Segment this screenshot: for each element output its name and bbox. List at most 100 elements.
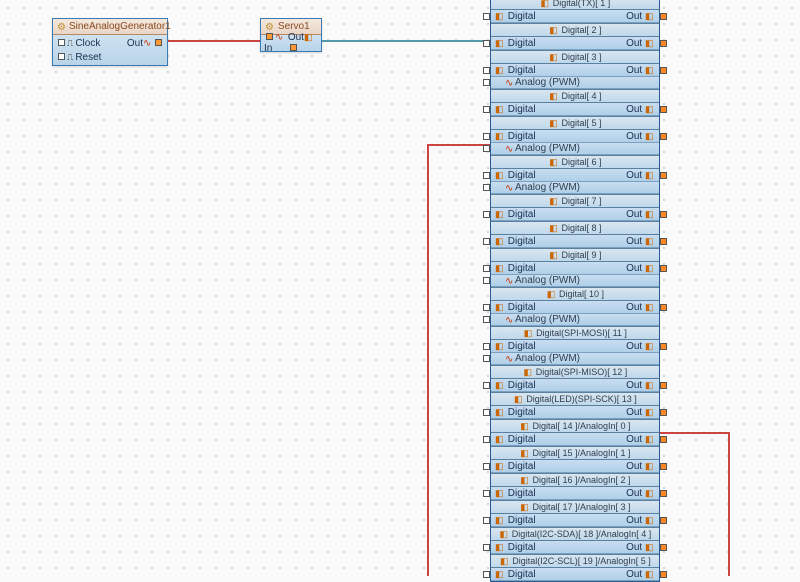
pin-row-12[interactable]: DigitalOut	[491, 406, 659, 419]
digital-icon	[645, 170, 655, 180]
port-in[interactable]	[483, 67, 490, 74]
pin-row-7[interactable]: DigitalOut	[491, 235, 659, 248]
signal-icon	[505, 276, 515, 286]
port-out-analog[interactable]	[660, 517, 667, 524]
port-out[interactable]	[660, 382, 667, 389]
pin-row-1[interactable]: DigitalOut	[491, 37, 659, 50]
port-out[interactable]	[660, 40, 667, 47]
digital-icon	[645, 488, 655, 498]
port-out[interactable]	[660, 304, 667, 311]
port-in[interactable]	[483, 343, 490, 350]
signal-icon	[505, 183, 515, 193]
pin-sub-pwm[interactable]: Analog (PWM)	[491, 353, 659, 365]
port-in[interactable]	[483, 409, 490, 416]
port-out[interactable]	[660, 133, 667, 140]
pin-header: Digital(LED)(SPI-SCK)[ 13 ]	[491, 392, 659, 406]
digital-icon	[523, 328, 533, 338]
pin-row-16[interactable]: DigitalOut	[491, 514, 659, 527]
pin-row-6[interactable]: DigitalOut	[491, 208, 659, 221]
port-in[interactable]	[483, 304, 490, 311]
pin-row-14[interactable]: DigitalOut	[491, 460, 659, 473]
pin-row-13[interactable]: DigitalOut	[491, 433, 659, 446]
pin-sub-pwm[interactable]: Analog (PWM)	[491, 275, 659, 287]
pin-row-0[interactable]: DigitalOut	[491, 10, 659, 23]
port-out[interactable]	[660, 67, 667, 74]
pin-row-11[interactable]: DigitalOut	[491, 379, 659, 392]
port-in-pwm[interactable]	[483, 184, 490, 191]
pin-header: Digital[ 10 ]	[491, 287, 659, 301]
pin-header: Digital[ 7 ]	[491, 194, 659, 208]
port-in[interactable]	[266, 33, 273, 40]
pin-row-2[interactable]: DigitalOut	[491, 64, 659, 77]
port-in-pwm[interactable]	[483, 355, 490, 362]
port-out[interactable]	[290, 44, 297, 51]
port-in[interactable]	[483, 106, 490, 113]
digital-icon	[645, 542, 655, 552]
pin-header: Digital(I2C-SDA)[ 18 ]/AnalogIn[ 4 ]	[491, 527, 659, 541]
port-in-clock[interactable]	[58, 39, 65, 46]
port-in[interactable]	[483, 211, 490, 218]
digital-icon	[645, 131, 655, 141]
pin-row-8[interactable]: DigitalOut	[491, 262, 659, 275]
port-in[interactable]	[483, 40, 490, 47]
port-in[interactable]	[483, 490, 490, 497]
port-in[interactable]	[483, 571, 490, 578]
port-in-pwm[interactable]	[483, 145, 490, 152]
port-out[interactable]	[660, 172, 667, 179]
pin-row-5[interactable]: DigitalOut	[491, 169, 659, 182]
pin-row-9[interactable]: DigitalOut	[491, 301, 659, 314]
arduino-pin-block[interactable]: Digital(TX)[ 1 ] DigitalOut Digital[ 2 ]…	[490, 0, 660, 582]
port-out-analog[interactable]	[660, 463, 667, 470]
port-out[interactable]	[660, 343, 667, 350]
pin-row-17[interactable]: DigitalOut	[491, 541, 659, 554]
port-in[interactable]	[483, 265, 490, 272]
port-out-analog[interactable]	[660, 490, 667, 497]
port-in[interactable]	[483, 544, 490, 551]
pin-row-10[interactable]: DigitalOut	[491, 340, 659, 353]
port-out-analog[interactable]	[660, 571, 667, 578]
port-out-analog[interactable]	[660, 544, 667, 551]
node-sine-analog-generator[interactable]: SineAnalogGenerator1 Clock Out Reset	[52, 18, 168, 66]
wire-gen-servo	[168, 40, 260, 42]
pin-row-4[interactable]: DigitalOut	[491, 130, 659, 143]
digital-icon	[548, 118, 558, 128]
node-servo[interactable]: Servo1 In Out	[260, 18, 322, 52]
port-out[interactable]	[660, 409, 667, 416]
port-in-pwm[interactable]	[483, 316, 490, 323]
digital-icon	[548, 52, 558, 62]
digital-icon	[645, 11, 655, 21]
port-out[interactable]	[155, 39, 162, 46]
digital-icon	[519, 421, 529, 431]
port-out-analog[interactable]	[660, 436, 667, 443]
digital-icon	[645, 461, 655, 471]
port-in[interactable]	[483, 517, 490, 524]
digital-icon	[548, 223, 558, 233]
port-in-pwm[interactable]	[483, 277, 490, 284]
pin-sub-pwm[interactable]: Analog (PWM)	[491, 314, 659, 326]
port-in[interactable]	[483, 13, 490, 20]
port-in[interactable]	[483, 238, 490, 245]
port-in[interactable]	[483, 172, 490, 179]
digital-icon	[546, 289, 556, 299]
port-out[interactable]	[660, 211, 667, 218]
port-in[interactable]	[483, 463, 490, 470]
port-in[interactable]	[483, 436, 490, 443]
pin-sub-pwm[interactable]: Analog (PWM)	[491, 143, 659, 155]
port-in-reset[interactable]	[58, 53, 65, 60]
canvas-grid[interactable]	[0, 0, 800, 576]
port-in[interactable]	[483, 133, 490, 140]
signal-icon	[143, 38, 153, 48]
signal-icon	[505, 78, 515, 88]
port-in-pwm[interactable]	[483, 79, 490, 86]
port-out[interactable]	[660, 238, 667, 245]
port-out[interactable]	[660, 265, 667, 272]
pin-row-15[interactable]: DigitalOut	[491, 487, 659, 500]
pin-sub-pwm[interactable]: Analog (PWM)	[491, 77, 659, 89]
pin-row-18[interactable]: DigitalOut	[491, 568, 659, 581]
pin-row-3[interactable]: DigitalOut	[491, 103, 659, 116]
pin-sub-pwm[interactable]: Analog (PWM)	[491, 182, 659, 194]
port-out[interactable]	[660, 106, 667, 113]
port-in[interactable]	[483, 382, 490, 389]
port-out[interactable]	[660, 13, 667, 20]
digital-icon	[495, 263, 505, 273]
